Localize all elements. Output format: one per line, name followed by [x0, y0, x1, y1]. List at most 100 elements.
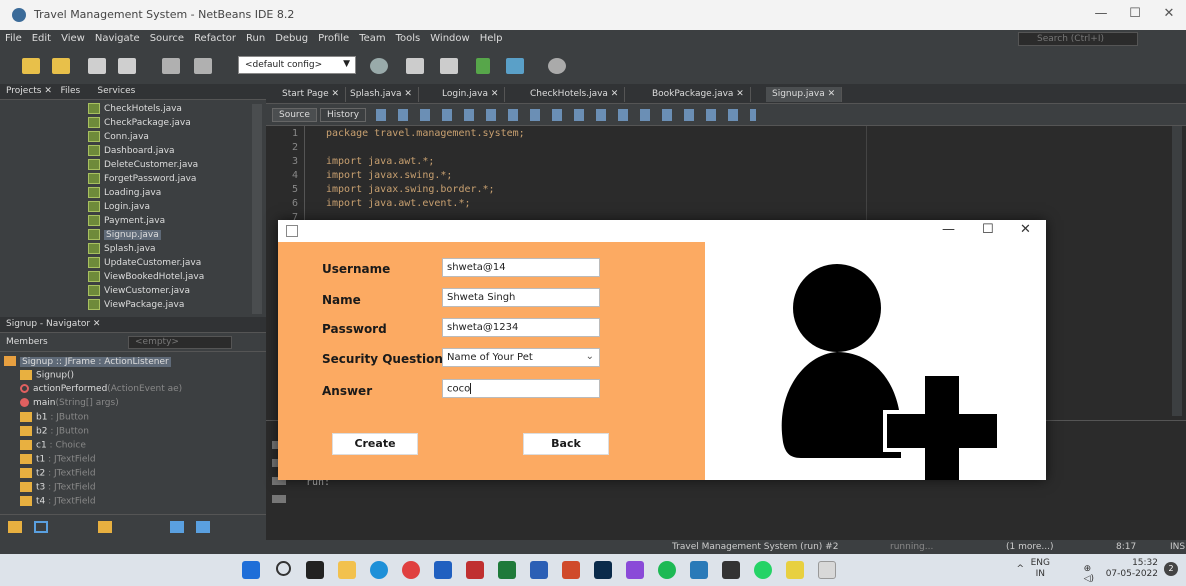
tab-files[interactable]: Files	[60, 86, 80, 96]
status-task[interactable]: Travel Management System (run) #2	[672, 542, 838, 552]
menu-file[interactable]: File	[0, 30, 27, 47]
word-icon[interactable]	[530, 561, 548, 579]
create-button[interactable]: Create	[332, 433, 418, 455]
chevron-up-icon[interactable]: ^	[1016, 564, 1024, 574]
tab-bookpackage[interactable]: BookPackage.java ✕	[646, 87, 751, 102]
menu-run[interactable]: Run	[241, 30, 270, 47]
file-loading[interactable]: Loading.java	[88, 187, 161, 201]
powerpoint-icon[interactable]	[562, 561, 580, 579]
nav-item-t2[interactable]: t2 : JTextField	[20, 468, 96, 479]
java-app-icon[interactable]	[818, 561, 836, 579]
store-icon[interactable]	[434, 561, 452, 579]
tab-start-page[interactable]: Start Page ✕	[276, 87, 347, 102]
nav-item-t1[interactable]: t1 : JTextField	[20, 454, 96, 465]
file-forgetpassword[interactable]: ForgetPassword.java	[88, 173, 196, 187]
whatsapp-icon[interactable]	[754, 561, 772, 579]
signup-close-button[interactable]: ✕	[1020, 222, 1031, 237]
menu-navigate[interactable]: Navigate	[90, 30, 145, 47]
search-input[interactable]: Search (Ctrl+I)	[1018, 32, 1138, 46]
search-icon[interactable]	[276, 561, 291, 576]
menu-team[interactable]: Team	[354, 30, 390, 47]
compile-icon[interactable]	[440, 58, 458, 74]
members-filter-select[interactable]: <empty>	[128, 336, 232, 349]
file-explorer-icon[interactable]	[338, 561, 356, 579]
tab-services[interactable]: Services	[97, 86, 135, 96]
status-more[interactable]: (1 more...)	[1006, 542, 1054, 552]
projects-scrollbar[interactable]	[252, 104, 262, 314]
file-signup[interactable]: Signup.java	[88, 229, 161, 243]
debug-icon[interactable]	[506, 58, 524, 74]
menu-help[interactable]: Help	[475, 30, 508, 47]
minimize-button[interactable]: —	[1086, 6, 1116, 21]
file-checkpackage[interactable]: CheckPackage.java	[88, 117, 191, 131]
menu-debug[interactable]: Debug	[270, 30, 313, 47]
excel-icon[interactable]	[498, 561, 516, 579]
language-indicator[interactable]: ENG IN	[1031, 558, 1050, 580]
menu-window[interactable]: Window	[425, 30, 474, 47]
tab-signup[interactable]: Signup.java ✕	[766, 87, 843, 102]
notes-icon[interactable]	[786, 561, 804, 579]
clock[interactable]: 15:32 07-05-2022	[1106, 558, 1158, 580]
nav-item-t3[interactable]: t3 : JTextField	[20, 482, 96, 493]
start-icon[interactable]	[242, 561, 260, 579]
save-all-icon[interactable]	[118, 58, 136, 74]
tab-splash[interactable]: Splash.java ✕	[344, 87, 419, 102]
close-button[interactable]: ✕	[1154, 6, 1184, 21]
back-button[interactable]: Back	[523, 433, 609, 455]
run-icon[interactable]	[476, 58, 490, 74]
build-icon[interactable]	[370, 58, 388, 74]
clean-build-icon[interactable]	[406, 58, 424, 74]
tab-projects[interactable]: Projects	[6, 86, 41, 96]
task-view-icon[interactable]	[306, 561, 324, 579]
filter-fields-icon[interactable]	[8, 521, 22, 533]
file-payment[interactable]: Payment.java	[88, 215, 165, 229]
file-deletecustomer[interactable]: DeleteCustomer.java	[88, 159, 198, 173]
file-conn[interactable]: Conn.java	[88, 131, 149, 145]
redo-icon[interactable]	[194, 58, 212, 74]
menu-source[interactable]: Source	[145, 30, 189, 47]
photoshop-icon[interactable]	[594, 561, 612, 579]
history-button[interactable]: History	[320, 108, 367, 122]
nav-item-c1[interactable]: c1 : Choice	[20, 440, 86, 451]
security-question-select[interactable]: Name of Your Pet ⌄	[442, 348, 600, 367]
file-viewpackage[interactable]: ViewPackage.java	[88, 299, 184, 313]
sort-name-icon[interactable]	[170, 521, 184, 533]
nav-item-b2[interactable]: b2 : JButton	[20, 426, 89, 437]
file-splash[interactable]: Splash.java	[88, 243, 156, 257]
signup-maximize-button[interactable]: ☐	[982, 222, 994, 237]
nav-item-t4[interactable]: t4 : JTextField	[20, 496, 96, 507]
nav-item-actionperformed[interactable]: actionPerformed(ActionEvent ae)	[20, 384, 182, 394]
tab-checkhotels[interactable]: CheckHotels.java ✕	[524, 87, 626, 102]
nav-item-b1[interactable]: b1 : JButton	[20, 412, 89, 423]
signup-minimize-button[interactable]: —	[942, 222, 955, 237]
chrome-icon[interactable]	[402, 561, 420, 579]
sort-source-icon[interactable]	[196, 521, 210, 533]
file-checkhotels[interactable]: CheckHotels.java	[88, 103, 182, 117]
filter-inherited-icon[interactable]	[98, 521, 112, 533]
editor-scrollbar[interactable]	[1172, 126, 1182, 416]
sublime-icon[interactable]	[466, 561, 484, 579]
virtualbox-icon[interactable]	[690, 561, 708, 579]
source-button[interactable]: Source	[272, 108, 317, 122]
visual-studio-icon[interactable]	[626, 561, 644, 579]
spotify-icon[interactable]	[658, 561, 676, 579]
edge-icon[interactable]	[370, 561, 388, 579]
file-updatecustomer[interactable]: UpdateCustomer.java	[88, 257, 201, 271]
new-project-icon[interactable]	[22, 58, 40, 74]
username-field[interactable]: shweta@14	[442, 258, 600, 277]
menu-refactor[interactable]: Refactor	[189, 30, 241, 47]
editor-action-icons[interactable]	[376, 109, 756, 121]
open-project-icon[interactable]	[88, 58, 106, 74]
nav-root[interactable]: Signup :: JFrame : ActionListener	[4, 356, 171, 367]
menu-tools[interactable]: Tools	[391, 30, 426, 47]
answer-field[interactable]: coco	[442, 379, 600, 398]
file-viewbookedhotel[interactable]: ViewBookedHotel.java	[88, 271, 204, 285]
filter-static-icon[interactable]	[34, 521, 48, 533]
file-dashboard[interactable]: Dashboard.java	[88, 145, 175, 159]
profile-icon[interactable]	[548, 58, 566, 74]
menu-edit[interactable]: Edit	[27, 30, 56, 47]
password-field[interactable]: shweta@1234	[442, 318, 600, 337]
file-login[interactable]: Login.java	[88, 201, 150, 215]
tab-login[interactable]: Login.java ✕	[436, 87, 506, 102]
notification-badge[interactable]: 2	[1164, 562, 1178, 576]
